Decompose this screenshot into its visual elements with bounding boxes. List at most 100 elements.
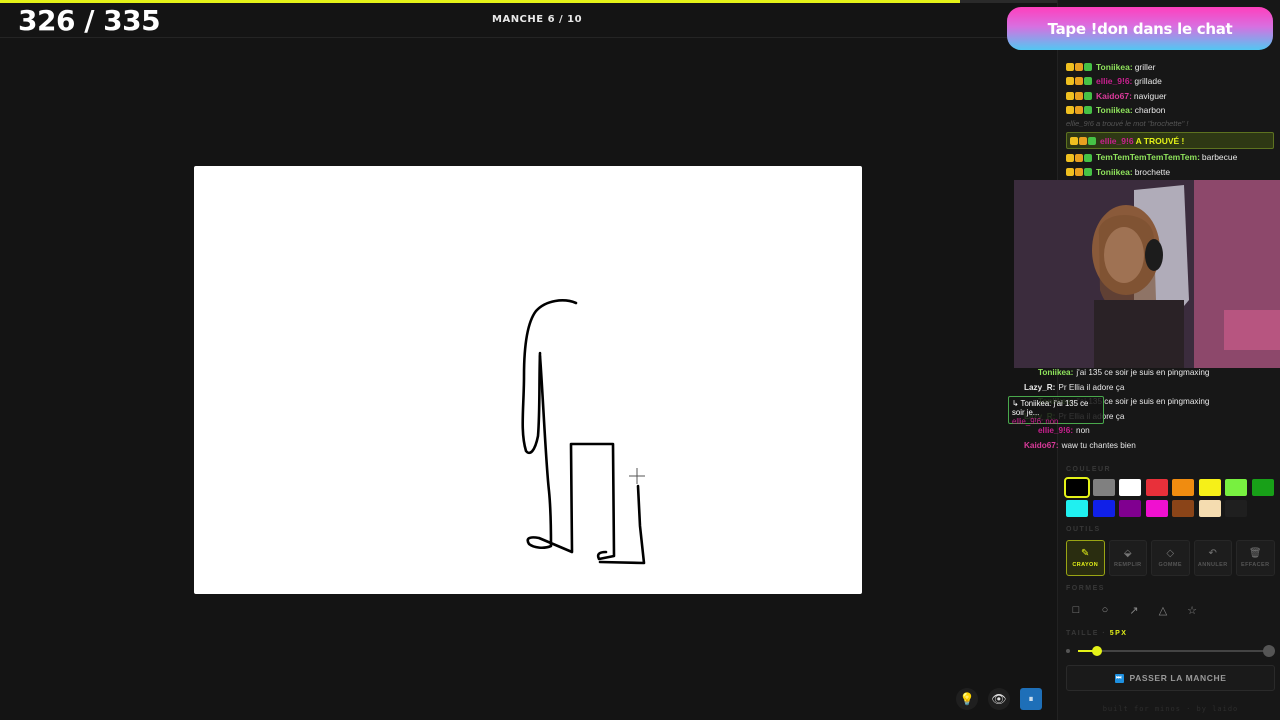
color-swatch[interactable] [1066,500,1088,517]
star-icon[interactable]: ☆ [1182,599,1202,621]
stroke-head [521,299,578,455]
chat-username: Toniikea: [1096,104,1133,115]
color-swatch[interactable] [1119,500,1141,517]
chat-badges [1066,106,1092,115]
chat-system-text: ellie_9!6 a trouvé le mot "brochette" ! [1066,119,1189,129]
color-swatch[interactable] [1119,479,1141,496]
tool-effacer-button[interactable]: 🗑 EFFACER [1236,540,1275,576]
chat-username: Toniikea: [1096,166,1133,177]
badge-icon [1075,91,1083,100]
tool-label: EFFACER [1241,561,1270,568]
tool-remplir-button[interactable]: ⬙ REMPLIR [1108,540,1147,576]
pause-icon[interactable]: ⏸ [1020,688,1042,710]
chat-message: TemTemTemTemTemTem: barbecue [1066,150,1274,164]
chat-badges [1066,153,1092,162]
fill-bucket-icon: ⬙ [1123,547,1132,559]
overlay-chat-text: Pr Ellia il adore ça [1058,382,1125,392]
tool-crayon-button[interactable]: ✎ CRAYON [1066,540,1105,576]
size-value: 5PX [1109,630,1128,637]
tool-label: CRAYON [1072,561,1099,568]
badge-icon [1066,153,1074,162]
chat-message: Toniikea: griller [1066,60,1274,74]
chat-username: ellie_9!6 [1100,135,1134,146]
rectangle-icon[interactable]: □ [1066,599,1086,621]
chat-text: A TROUVÉ ! [1135,135,1185,146]
overlay-chat-message: Kaido67: waw tu chantes bien [1008,439,1276,454]
chat-message: Toniikea: charbon [1066,103,1274,117]
color-swatch[interactable] [1092,479,1115,496]
badge-icon [1079,136,1087,145]
shapes-section-label: FORMES [1066,585,1105,592]
chat-message: Kaido67: naviguer [1066,89,1274,103]
chat-reply-popup: ↳ Toniikea: j'ai 135 ce soir je... ellie… [1008,396,1104,426]
hint-bulb-icon[interactable]: 💡 [956,688,978,710]
badge-icon [1084,91,1092,100]
reply-line-2: ellie_9!6: non [1012,417,1059,426]
color-palette [1064,477,1276,517]
drawing-strokes [521,299,646,565]
size-slider[interactable] [1066,644,1276,658]
badge-icon [1084,153,1092,162]
skip-icon: ⏭ [1114,673,1124,683]
overlay-chat-username: Kaido67: [1024,440,1059,450]
badge-icon [1075,77,1083,86]
drawing-canvas[interactable] [194,166,862,594]
triangle-icon[interactable]: △ [1153,599,1173,621]
tool-bar: ✎ CRAYON ⬙ REMPLIR ◇ GOMME ↶ ANNULER 🗑 EFFACER [1066,540,1275,576]
ellipse-icon[interactable]: ○ [1095,599,1115,621]
color-swatch[interactable] [1251,479,1274,496]
overlay-chat-message: Lazy_R:Pr Ellia il adore ça [1008,381,1276,396]
overlay-chat-username: Toniikea: [1038,368,1074,377]
chat-system-message: ellie_9!6 a trouvé le mot "brochette" ! [1066,117,1274,131]
size-label: TAILLE · 5PX [1066,630,1127,637]
badge-icon [1066,63,1074,72]
color-swatch[interactable] [1225,479,1247,496]
color-swatch[interactable] [1198,500,1221,517]
color-swatch[interactable] [1064,477,1090,498]
tool-label: ANNULER [1197,561,1228,568]
chat-text: barbecue [1201,152,1238,163]
color-swatch[interactable] [1172,500,1194,517]
chat-message: ellie_9!6: grillade [1066,74,1274,88]
size-slider-knob[interactable] [1091,646,1102,656]
tool-annuler-button[interactable]: ↶ ANNULER [1193,540,1232,576]
size-max-dot [1263,645,1275,657]
color-swatch[interactable] [1198,479,1221,496]
chat-text: naviguer [1133,90,1167,101]
shape-bar: □ ○ ↗ △ ☆ [1066,599,1202,621]
badge-icon [1070,136,1078,145]
badge-icon [1066,167,1074,176]
color-swatch[interactable] [1145,479,1168,496]
chat-feed: Toniikea: griller ellie_9!6: grillade Kaido6… [1066,60,1274,179]
badge-icon [1066,106,1074,115]
badge-icon [1084,106,1092,115]
size-slider-track [1078,650,1264,652]
overlay-chat-text: non [1076,426,1090,435]
badge-icon [1088,136,1096,145]
donation-banner: Tape !don dans le chat [1007,7,1273,50]
tool-gomme-button[interactable]: ◇ GOMME [1151,540,1190,576]
tools-section-label: OUTILS [1066,526,1101,533]
tool-label: GOMME [1158,561,1182,568]
arrow-icon[interactable]: ↗ [1124,599,1144,621]
undo-icon: ↶ [1208,547,1217,559]
size-min-dot [1066,649,1070,653]
color-swatch[interactable] [1172,479,1194,496]
badge-icon [1075,63,1083,72]
color-swatch[interactable] [1145,500,1168,517]
badge-icon [1075,153,1083,162]
badge-icon [1084,63,1092,72]
trash-icon: 🗑 [1248,547,1262,559]
badge-icon [1075,167,1083,176]
color-swatch[interactable] [1225,500,1247,517]
skip-round-button[interactable]: ⏭ PASSER LA MANCHE [1066,665,1275,691]
eraser-icon: ◇ [1166,547,1175,559]
eye-icon[interactable]: 👁 [988,688,1010,710]
chat-username: TemTemTemTemTemTem: [1096,152,1200,163]
size-label-text: TAILLE · [1066,630,1110,637]
color-swatch[interactable] [1092,500,1115,517]
badge-icon [1084,77,1092,86]
chat-username: Kaido67: [1096,90,1132,101]
chat-username: Toniikea: [1096,62,1133,72]
overlay-chat-message: ellie_9!6: non [1008,424,1276,439]
